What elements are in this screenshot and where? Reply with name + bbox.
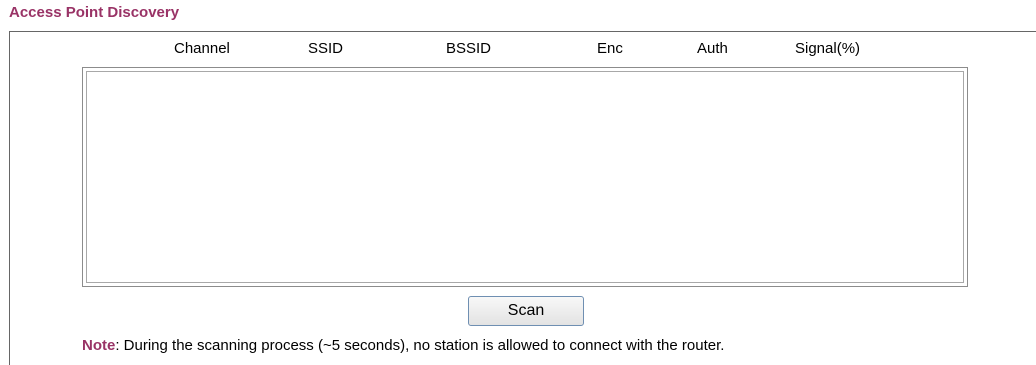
title-divider <box>9 31 1036 32</box>
column-header-bssid: BSSID <box>446 40 492 57</box>
section-left-border <box>9 31 10 365</box>
column-header-ssid: SSID <box>308 40 344 57</box>
note-line: Note: During the scanning process (~5 se… <box>82 336 724 356</box>
access-point-list[interactable] <box>82 67 968 287</box>
note-text: : During the scanning process (~5 second… <box>115 337 725 354</box>
access-point-list-inner <box>86 71 964 283</box>
column-header-auth: Auth <box>697 40 728 57</box>
column-header-signal: Signal(%) <box>795 40 861 57</box>
column-header-enc: Enc <box>597 40 623 57</box>
page-title: Access Point Discovery <box>9 4 180 21</box>
scan-button[interactable]: Scan <box>468 296 584 326</box>
column-header-channel: Channel <box>174 40 230 57</box>
note-label: Note <box>82 337 116 354</box>
